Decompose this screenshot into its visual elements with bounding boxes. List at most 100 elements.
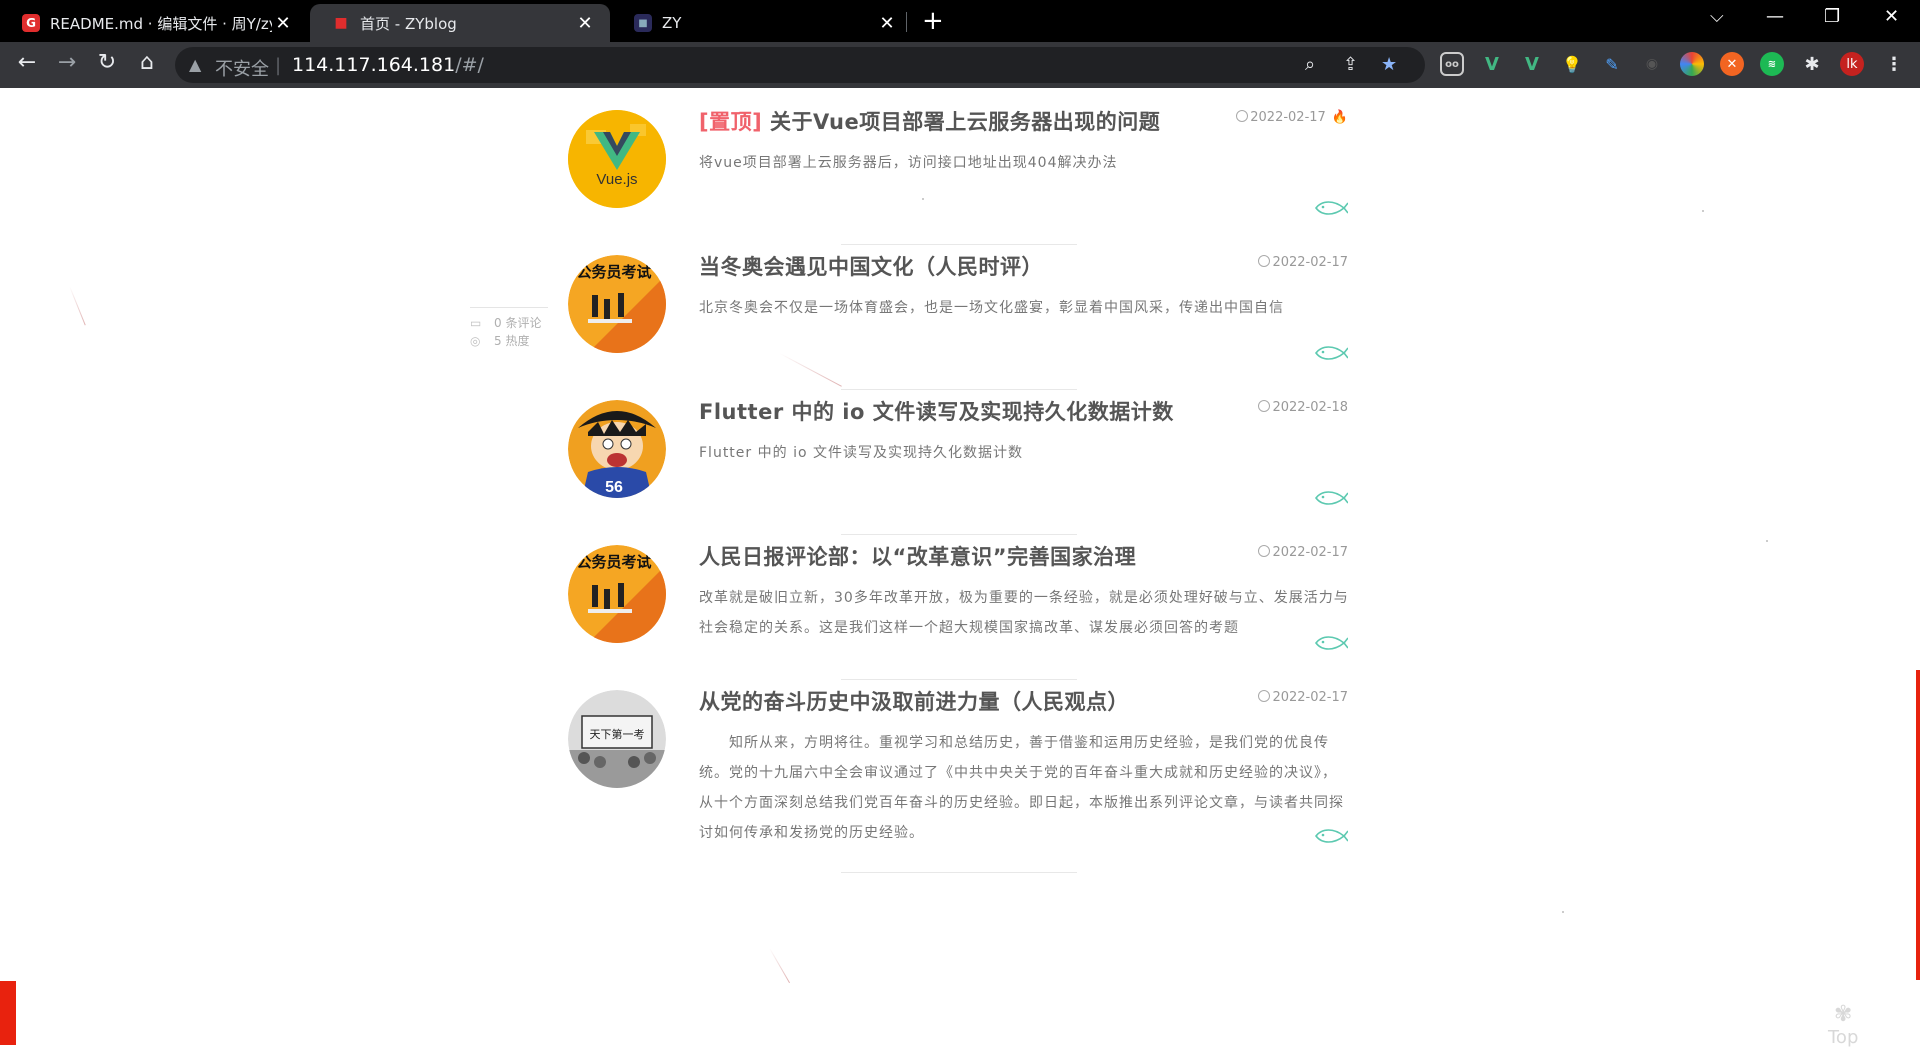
warning-triangle-icon: ▲ [189, 55, 202, 74]
clock-icon [1258, 400, 1271, 412]
audio-icon[interactable]: ≋ [1760, 52, 1784, 76]
tab-search-chevron-icon[interactable]: ⌵ [1710, 6, 1724, 27]
forward-arrow-icon[interactable]: → [52, 50, 82, 75]
decor-streak [69, 286, 86, 326]
zyblog-favicon-icon: ■ [334, 15, 348, 31]
fish-read-more-icon[interactable] [1314, 488, 1348, 508]
vue-devtools-icon[interactable]: V [1480, 52, 1504, 76]
tab-title: ZY [662, 14, 682, 32]
svg-text:天下第一考: 天下第一考 [590, 727, 645, 741]
url-text[interactable]: 114.117.164.181/#/ [292, 54, 484, 76]
tab-strip: G README.md · 编辑文件 · 周Y/zy ✕ ■ 首页 - ZYbl… [0, 0, 1920, 42]
post-date: 2022-02-17 [1258, 545, 1348, 560]
close-icon[interactable]: ✕ [876, 13, 898, 34]
vue-devtools-alt-icon[interactable]: V [1520, 52, 1544, 76]
post-title[interactable]: Flutter 中的 io 文件读写及实现持久化数据计数 [699, 396, 1174, 426]
post-title-text: 关于Vue项目部署上云服务器出现的问题 [770, 110, 1161, 134]
chrome-color-icon[interactable] [1680, 52, 1704, 76]
window-close-icon[interactable]: ✕ [1884, 6, 1899, 27]
post-card[interactable]: 天下第一考 从党的奋斗历史中汲取前进力量（人民观点） 2022-02-17 知所… [568, 668, 1348, 908]
svg-text:公务员考试: 公务员考试 [576, 263, 651, 281]
post-hover-meta: ▭ 0 条评论 ◎ 5 热度 [470, 307, 550, 350]
post-avatar-vue[interactable]: Vue.js [568, 110, 666, 208]
url-path: /#/ [455, 54, 484, 76]
menu-kebab-icon[interactable]: ⋮ [1882, 52, 1906, 76]
post-date-text: 2022-02-17 [1272, 690, 1348, 705]
post-date: 2022-02-18 [1258, 400, 1348, 415]
post-description: 将vue项目部署上云服务器后，访问接口地址出现404解决办法 [699, 155, 1118, 171]
close-icon[interactable]: ✕ [272, 13, 294, 34]
post-title[interactable]: 人民日报评论部：以“改革意识”完善国家治理 [699, 541, 1136, 571]
blog-page: Vue.js [置顶] 关于Vue项目部署上云服务器出现的问题 2022-02-… [0, 88, 1920, 1048]
extension-reader-icon[interactable]: oo [1440, 52, 1464, 76]
tab-zy[interactable]: ■ ZY ✕ [612, 4, 912, 42]
tampermonkey-icon[interactable]: ✕ [1720, 52, 1744, 76]
decor-speck [1766, 540, 1768, 542]
meta-divider [470, 307, 548, 308]
gitee-favicon-icon: G [22, 14, 40, 32]
clock-icon [1258, 545, 1271, 557]
profile-avatar[interactable]: lk [1840, 52, 1864, 76]
clock-icon [1236, 110, 1249, 122]
address-bar[interactable]: ▲ 不安全 | 114.117.164.181/#/ ⌕ ⇪ ★ [175, 47, 1425, 83]
tab-zyblog[interactable]: ■ 首页 - ZYblog ✕ [310, 4, 610, 42]
back-arrow-icon[interactable]: ← [12, 50, 42, 75]
fish-read-more-icon[interactable] [1314, 826, 1348, 846]
post-description: Flutter 中的 io 文件读写及实现持久化数据计数 [699, 445, 1023, 461]
browser-toolbar: ← → ↻ ⌂ ▲ 不安全 | 114.117.164.181/#/ ⌕ ⇪ ★… [0, 42, 1920, 88]
scrollbar-thumb[interactable] [1916, 670, 1920, 980]
share-icon[interactable]: ⇪ [1343, 54, 1358, 75]
exam-banner-image-icon: 天下第一考 [568, 690, 666, 788]
fish-read-more-icon[interactable] [1314, 198, 1348, 218]
address-separator: | [275, 55, 282, 76]
puzzle-extensions-icon[interactable]: ✱ [1800, 52, 1824, 76]
post-title[interactable]: 从党的奋斗历史中汲取前进力量（人民观点） [699, 686, 1129, 716]
lightbulb-icon[interactable]: 💡 [1560, 52, 1584, 76]
heat-count: ◎ 5 热度 [470, 332, 550, 350]
eye-icon[interactable]: ◉ [1640, 52, 1664, 76]
restore-icon[interactable]: ❐ [1824, 6, 1840, 27]
post-avatar-luffy[interactable]: 56 [568, 400, 666, 498]
decor-streak [769, 948, 790, 984]
post-avatar-exam-banner[interactable]: 天下第一考 [568, 690, 666, 788]
post-description: 知所从来，方明将往。重视学习和总结历史，善于借鉴和运用历史经验，是我们党的优良传… [699, 735, 1344, 841]
pinned-label: [置顶] [699, 110, 763, 134]
tab-title: 首页 - ZYblog [360, 14, 457, 33]
comment-count-text: 0 条评论 [494, 316, 542, 330]
eye-icon: ◎ [470, 334, 481, 348]
svg-text:56: 56 [605, 479, 623, 496]
post-description: 改革就是破旧立新，30多年改革开放，极为重要的一条经验，就是必须处理好破与立、发… [699, 590, 1349, 636]
color-picker-icon[interactable]: ✎ [1600, 52, 1624, 76]
vue-logo-icon: Vue.js [568, 110, 666, 208]
tab-separator [906, 12, 907, 32]
close-icon[interactable]: ✕ [574, 13, 596, 34]
home-icon[interactable]: ⌂ [132, 50, 162, 75]
bookmark-star-icon[interactable]: ★ [1381, 54, 1397, 75]
reload-icon[interactable]: ↻ [92, 50, 122, 75]
post-divider [841, 872, 1077, 873]
decor-speck [1702, 210, 1704, 212]
fish-read-more-icon[interactable] [1314, 633, 1348, 653]
back-to-top-label: Top [1828, 1027, 1859, 1048]
tab-readme[interactable]: G README.md · 编辑文件 · 周Y/zy ✕ [0, 4, 308, 42]
minimize-icon[interactable]: — [1766, 6, 1784, 27]
post-title[interactable]: 当冬奥会遇见中国文化（人民时评） [699, 251, 1043, 281]
tab-title: README.md · 编辑文件 · 周Y/zy [50, 14, 272, 33]
post-date-text: 2022-02-17 [1250, 110, 1326, 125]
fish-read-more-icon[interactable] [1314, 343, 1348, 363]
post-date-text: 2022-02-18 [1272, 400, 1348, 415]
post-date-text: 2022-02-17 [1272, 545, 1348, 560]
heat-count-text: 5 热度 [494, 334, 530, 348]
zoom-icon[interactable]: ⌕ [1305, 54, 1315, 75]
civil-exam-image-icon: 公务员考试 [568, 545, 666, 643]
insecure-label: 不安全 [215, 59, 269, 80]
post-title[interactable]: [置顶] 关于Vue项目部署上云服务器出现的问题 [699, 106, 1160, 136]
new-tab-plus-icon[interactable]: + [922, 6, 944, 36]
post-avatar-civil-exam[interactable]: 公务员考试 [568, 545, 666, 643]
side-tab[interactable] [0, 981, 16, 1045]
post-avatar-civil-exam[interactable]: 公务员考试 [568, 255, 666, 353]
clock-icon [1258, 690, 1271, 702]
comment-icon: ▭ [470, 316, 482, 330]
clock-icon [1258, 255, 1271, 267]
back-to-top-button[interactable]: ✾ Top [1828, 1002, 1858, 1048]
